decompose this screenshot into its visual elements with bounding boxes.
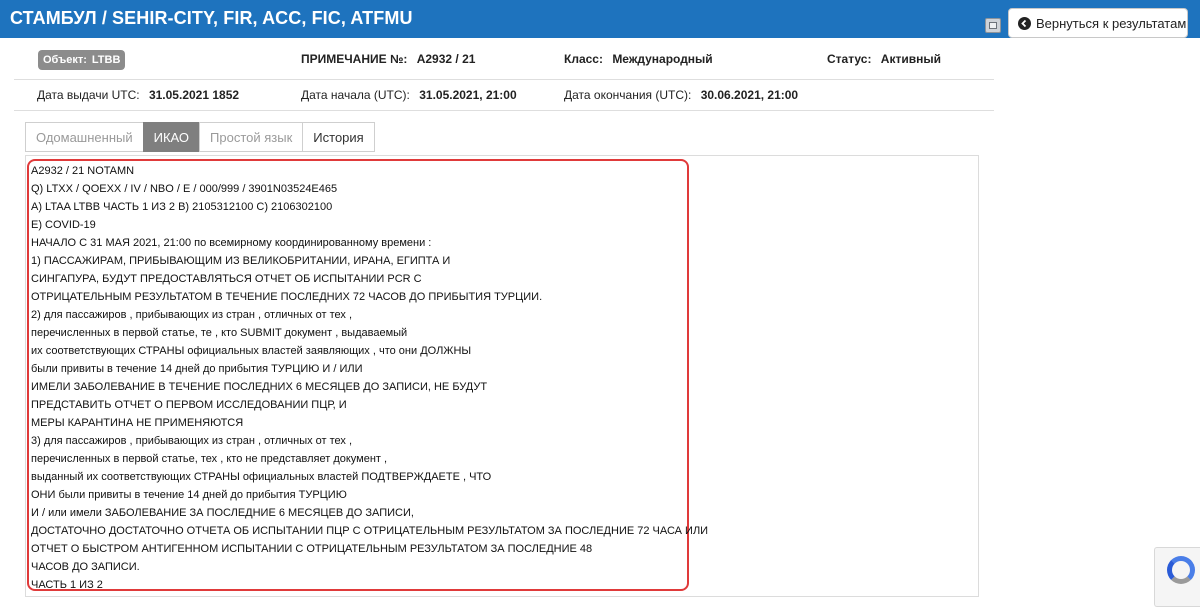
recaptcha-badge[interactable] <box>1154 547 1200 607</box>
notam-line: E) COVID-19 <box>31 219 96 231</box>
class-value: Международный <box>612 52 713 66</box>
notam-line: ЧАСТЬ 1 ИЗ 2 <box>31 579 103 591</box>
notam-line: ОТРИЦАТЕЛЬНЫМ РЕЗУЛЬТАТОМ В ТЕЧЕНИЕ ПОСЛ… <box>31 291 543 303</box>
notam-line: И / или имели ЗАБОЛЕВАНИЕ ЗА ПОСЛЕДНИЕ 6… <box>31 507 414 519</box>
issue-label: Дата выдачи UTC: <box>37 88 140 102</box>
notam-line: ОТЧЕТ О БЫСТРОМ АНТИГЕННОМ ИСПЫТАНИИ С О… <box>31 543 593 555</box>
issue-date: Дата выдачи UTC: 31.05.2021 1852 <box>37 88 239 102</box>
status-field: Статус: Активный <box>827 52 941 66</box>
notam-line: Q) LTXX / QOEXX / IV / NBO / E / 000/999… <box>31 183 338 195</box>
format-tabs: Одомашненный ИКАО Простой язык История <box>25 122 375 152</box>
object-badge: Объект: LTBB <box>38 50 126 70</box>
notam-line: 1) ПАССАЖИРАМ, ПРИБЫВАЮЩИМ ИЗ ВЕЛИКОБРИТ… <box>31 255 451 267</box>
notam-line: A2932 / 21 NOTAMN <box>31 165 135 177</box>
status-label: Статус: <box>827 52 872 66</box>
notam-line: перечисленных в первой статье, те , кто … <box>31 327 408 339</box>
tab-plain-language[interactable]: Простой язык <box>199 122 304 152</box>
notam-line: ИМЕЛИ ЗАБОЛЕВАНИЕ В ТЕЧЕНИЕ ПОСЛЕДНИХ 6 … <box>31 381 488 393</box>
note-value: A2932 / 21 <box>416 52 476 66</box>
notam-line: были привиты в течение 14 дней до прибыт… <box>31 363 363 375</box>
back-to-results-label: Вернуться к результатам <box>1036 15 1187 31</box>
start-date: Дата начала (UTC): 31.05.2021, 21:00 <box>301 88 517 102</box>
page-title: СТАМБУЛ / SEHIR-CITY, FIR, ACC, FIC, ATF… <box>10 8 413 28</box>
notam-line: выданный их соответствующих СТРАНЫ офици… <box>31 471 492 483</box>
notam-line: ПРЕДСТАВИТЬ ОТЧЕТ О ПЕРВОМ ИССЛЕДОВАНИИ … <box>31 399 347 411</box>
notam-line: МЕРЫ КАРАНТИНА НЕ ПРИМЕНЯЮТСЯ <box>31 417 244 429</box>
recaptcha-logo-icon <box>1167 556 1195 584</box>
status-value: Активный <box>880 52 941 66</box>
notam-line: НАЧАЛО С 31 МАЯ 2021, 21:00 по всемирном… <box>31 237 432 249</box>
start-label: Дата начала (UTC): <box>301 88 410 102</box>
class-label: Класс: <box>564 52 603 66</box>
notam-meta-row-2: Дата выдачи UTC: 31.05.2021 1852 Дата на… <box>14 80 994 111</box>
object-label: Объект: <box>43 54 87 66</box>
notam-line: СИНГАПУРА, БУДУТ ПРЕДОСТАВЛЯТЬСЯ ОТЧЕТ О… <box>31 273 422 285</box>
notam-meta-row-1: Объект: LTBB ПРИМЕЧАНИЕ №: A2932 / 21 Кл… <box>14 44 994 80</box>
tab-history[interactable]: История <box>302 122 375 152</box>
notam-line: 3) для пассажиров , прибывающих из стран… <box>31 435 353 447</box>
arrow-circle-left-icon <box>1018 16 1031 30</box>
class-field: Класс: Международный <box>564 52 713 66</box>
tab-icao[interactable]: ИКАО <box>142 122 201 152</box>
notam-line: перечисленных в первой статье, тех , кто… <box>31 453 388 465</box>
notam-line: ЧАСОВ ДО ЗАПИСИ. <box>31 561 140 573</box>
notam-line: A) LTAA LTBB ЧАСТЬ 1 ИЗ 2 B) 2105312100 … <box>31 201 333 213</box>
notam-line: их соответствующих СТРАНЫ официальных вл… <box>31 345 472 357</box>
start-value: 31.05.2021, 21:00 <box>419 88 517 102</box>
end-value: 30.06.2021, 21:00 <box>700 88 799 102</box>
object-value: LTBB <box>91 54 121 66</box>
document-icon[interactable] <box>985 18 1001 33</box>
end-date: Дата окончания (UTC): 30.06.2021, 21:00 <box>564 88 798 102</box>
notam-text: A2932 / 21 NOTAMN Q) LTXX / QOEXX / IV / … <box>31 162 709 594</box>
end-label: Дата окончания (UTC): <box>564 88 692 102</box>
notam-line: ДОСТАТОЧНО ДОСТАТОЧНО ОТЧЕТА ОБ ИСПЫТАНИ… <box>31 525 709 537</box>
note-number: ПРИМЕЧАНИЕ №: A2932 / 21 <box>301 52 475 66</box>
notam-line: 2) для пассажиров , прибывающих из стран… <box>31 309 353 321</box>
back-to-results-button[interactable]: Вернуться к результатам <box>1008 8 1188 38</box>
tab-domestic[interactable]: Одомашненный <box>25 122 144 152</box>
issue-value: 31.05.2021 1852 <box>148 88 240 102</box>
notam-line: ОНИ были привиты в течение 14 дней до пр… <box>31 489 347 501</box>
note-label: ПРИМЕЧАНИЕ №: <box>301 52 408 66</box>
